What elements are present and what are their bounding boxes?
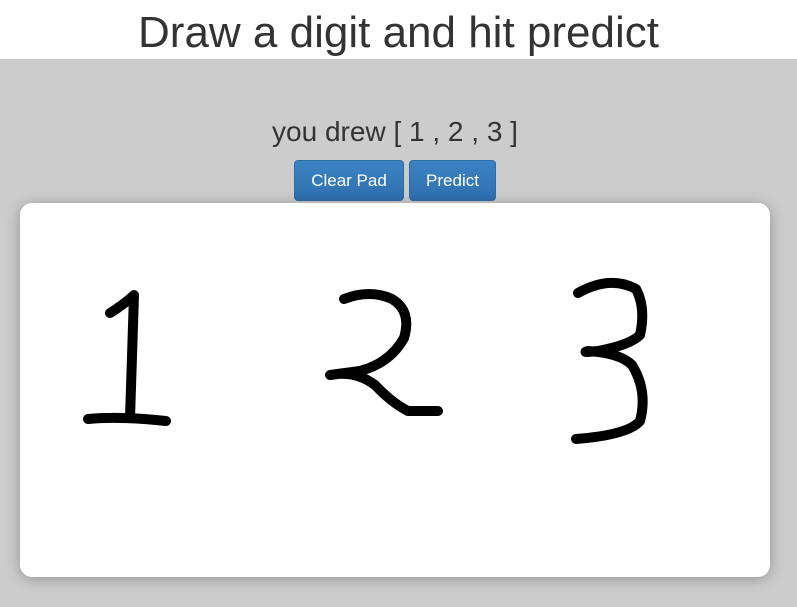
prediction-result: you drew [ 1 , 2 , 3 ] [272, 116, 518, 147]
clear-pad-button[interactable]: Clear Pad [294, 160, 404, 201]
drawing-surface [83, 278, 648, 444]
digit-stroke-1 [83, 290, 171, 426]
digit-stroke-3 [571, 278, 648, 444]
predict-button[interactable]: Predict [409, 160, 496, 201]
digit-stroke-2 [325, 289, 443, 416]
header-bar: Draw a digit and hit predict [0, 0, 797, 59]
page-title: Draw a digit and hit predict [138, 8, 659, 57]
drawing-canvas[interactable] [20, 203, 770, 577]
